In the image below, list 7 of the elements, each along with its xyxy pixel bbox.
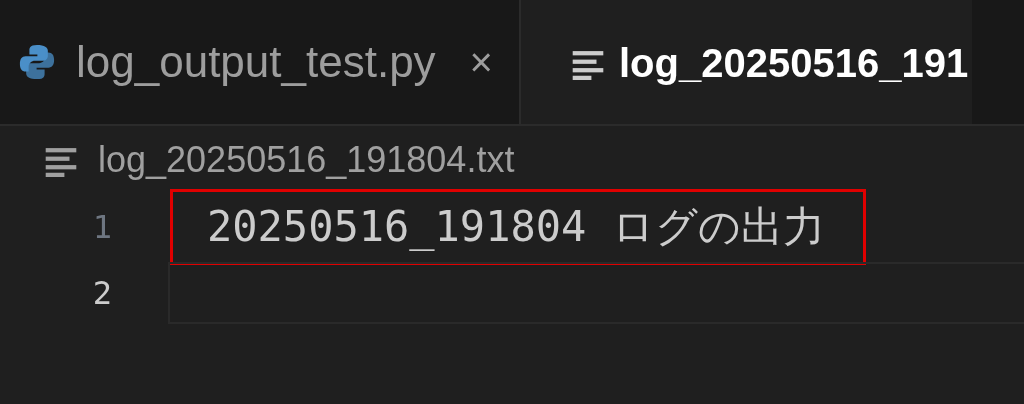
breadcrumb-item[interactable]: log_20250516_191804.txt [98, 139, 515, 181]
line-number: 2 [91, 274, 112, 312]
close-icon[interactable]: × [469, 39, 493, 85]
code-text: 20250516_191804 ログの出力 [207, 201, 825, 253]
python-icon [18, 43, 56, 81]
editor-tab[interactable]: log_20250516_191 [520, 0, 973, 124]
line-number: 1 [91, 208, 112, 246]
